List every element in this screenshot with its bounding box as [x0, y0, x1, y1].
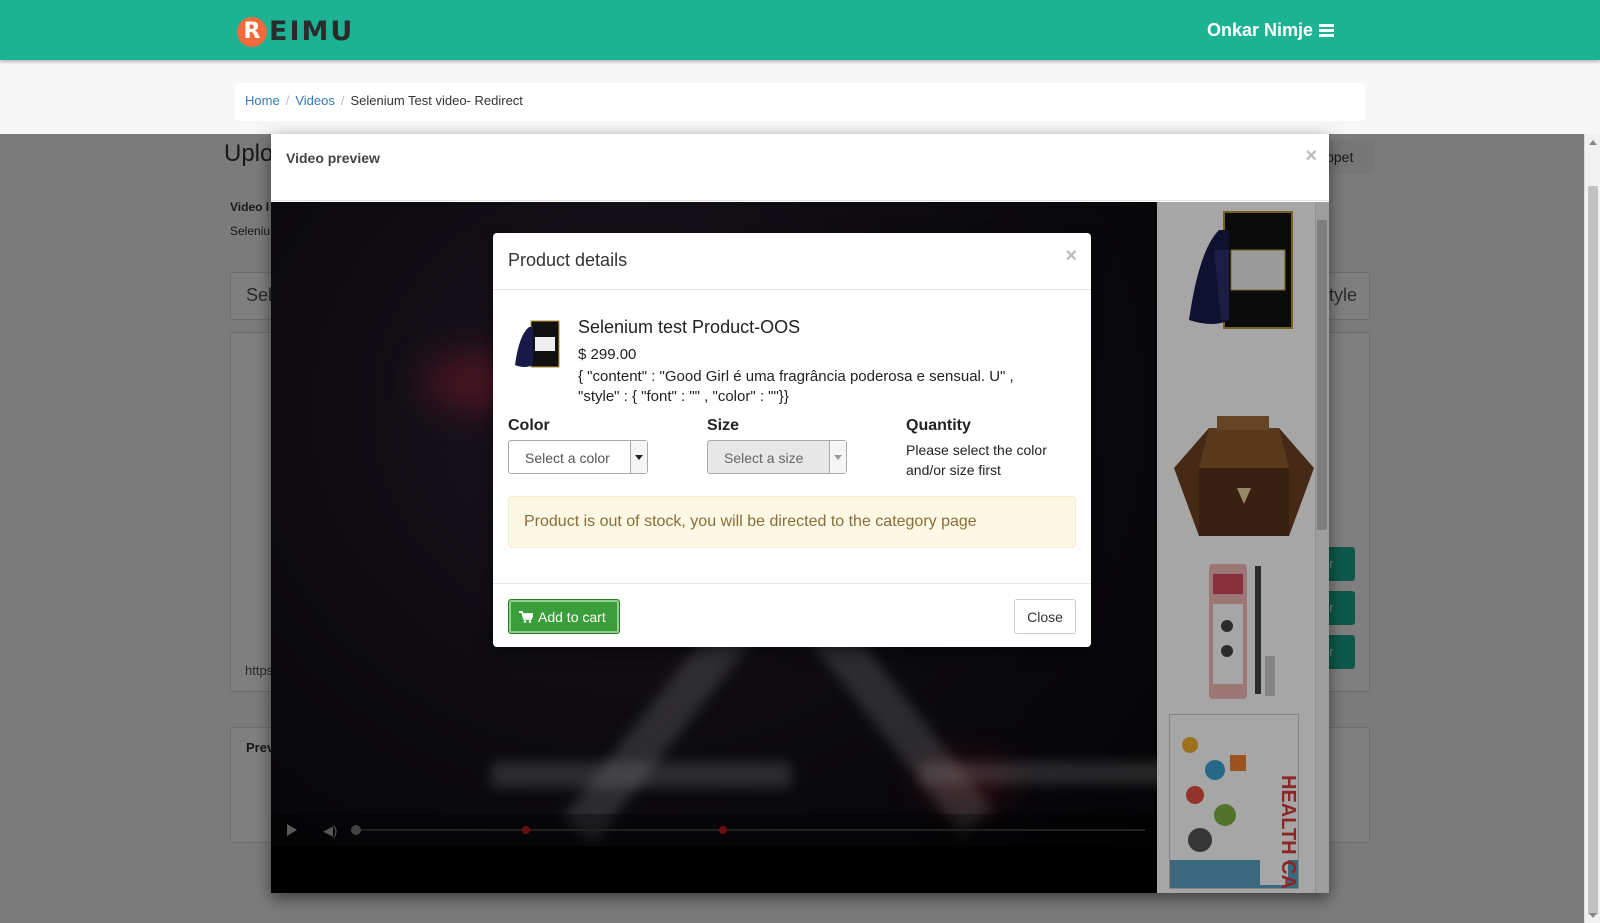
video-modal-header: Video preview ×	[271, 134, 1329, 201]
product-modal-header: Product details ×	[493, 233, 1091, 290]
brand-logo[interactable]: R EIMU	[237, 16, 354, 47]
color-label: Color	[508, 417, 550, 434]
user-menu[interactable]: Onkar Nimje	[1207, 20, 1334, 41]
product-description: { "content" : "Good Girl é uma fragrânci…	[578, 368, 1014, 405]
cart-icon	[519, 610, 533, 623]
product-name: Selenium test Product-OOS	[578, 317, 801, 337]
product-thumbnail-image	[515, 320, 560, 368]
add-to-cart-label: Add to cart	[538, 608, 606, 625]
product-details-modal: Product details × Selenium test Product-…	[493, 233, 1091, 647]
breadcrumb-separator: /	[285, 93, 290, 108]
breadcrumb: Home / Videos / Selenium Test video- Red…	[235, 83, 1365, 121]
quantity-label: Quantity	[906, 417, 971, 434]
video-modal-title: Video preview	[286, 150, 380, 166]
breadcrumb-videos[interactable]: Videos	[295, 93, 335, 111]
breadcrumb-home[interactable]: Home	[245, 93, 280, 111]
quantity-help-text: Please select the color and/or size firs…	[906, 442, 1047, 478]
size-label: Size	[707, 417, 740, 434]
breadcrumb-separator: /	[340, 93, 345, 108]
window-scrollbar[interactable]	[1584, 134, 1600, 923]
color-select[interactable]: Select a color	[508, 440, 648, 474]
add-to-cart-button[interactable]: Add to cart	[508, 599, 620, 634]
size-select[interactable]: Select a size	[707, 440, 847, 474]
color-select-value: Select a color	[525, 450, 610, 466]
window-scroll-thumb[interactable]	[1588, 186, 1598, 915]
scroll-down-icon[interactable]	[1589, 913, 1597, 918]
breadcrumb-current: Selenium Test video- Redirect	[350, 93, 523, 108]
close-button[interactable]: Close	[1014, 599, 1076, 634]
video-modal-close-icon[interactable]: ×	[1305, 145, 1317, 168]
size-select-value: Select a size	[724, 450, 804, 466]
chevron-down-icon[interactable]	[829, 441, 846, 473]
scroll-up-icon[interactable]	[1589, 140, 1597, 145]
logo-mark: R	[237, 16, 267, 47]
out-of-stock-alert: Product is out of stock, you will be dir…	[508, 496, 1076, 548]
product-modal-close-icon[interactable]: ×	[1065, 245, 1077, 268]
product-thumbnail	[511, 319, 561, 369]
logo-text: EIMU	[269, 16, 355, 47]
user-name: Onkar Nimje	[1206, 20, 1313, 40]
top-navbar: R EIMU Onkar Nimje	[0, 0, 1600, 60]
product-modal-title: Product details	[508, 250, 628, 270]
chevron-down-icon[interactable]	[630, 441, 647, 473]
hamburger-icon[interactable]	[1319, 23, 1334, 38]
product-price: $ 299.00	[578, 346, 637, 363]
product-modal-footer: Add to cart Close	[493, 583, 1091, 647]
